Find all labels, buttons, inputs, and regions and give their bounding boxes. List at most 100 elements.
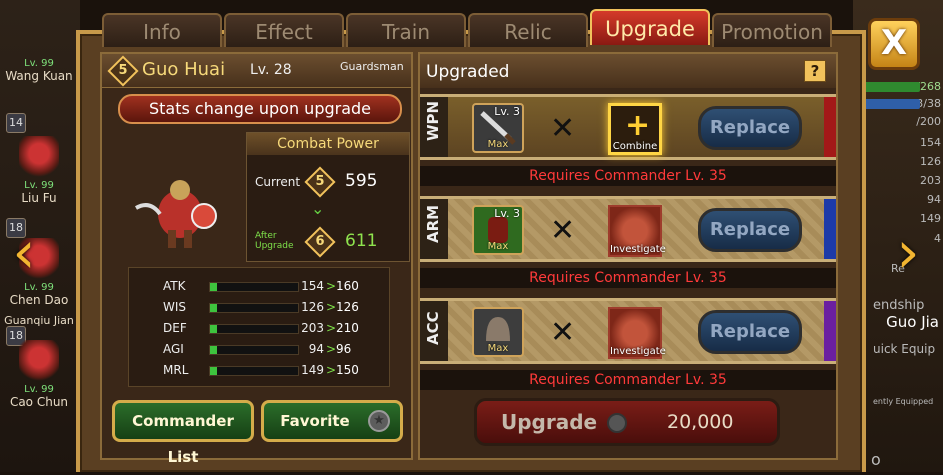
stat-current: 94 [308, 342, 324, 356]
stat-arrow: > [326, 321, 337, 335]
rank-value: 5 [118, 63, 128, 78]
tab-promotion[interactable]: Promotion [712, 13, 832, 47]
close-button[interactable]: X [868, 18, 920, 70]
target-label: Combine [612, 141, 658, 152]
tab-upgrade[interactable]: Upgrade [590, 9, 710, 45]
stat-arrow: > [326, 363, 337, 377]
side-commander-lv: Lv. 99 [24, 58, 54, 69]
item-level: Lv. 3 [494, 105, 520, 118]
stat-name: DEF [163, 321, 187, 335]
stats-list: ATK 154 > 160 WIS 126 > 126 DEF 203 > 21… [128, 267, 390, 387]
stat-row-agi: AGI 94 > 96 [129, 339, 391, 359]
investigate-slot[interactable]: Investigate [608, 307, 666, 359]
stat-bar [209, 345, 299, 355]
side-rank-badge: 14 [6, 113, 26, 133]
stat-current: 154 [301, 279, 324, 293]
stat-bar [209, 366, 299, 376]
stat-row-def: DEF 203 > 210 [129, 318, 391, 338]
tab-bar: Info Effect Train Relic Upgrade Promotio… [102, 9, 832, 47]
stat-arrow: > [326, 300, 337, 314]
slot-color-strip [824, 199, 836, 259]
stat-name: ATK [163, 279, 186, 293]
target-label: Investigate [610, 244, 666, 255]
after-label-line: Upgrade [255, 241, 294, 251]
slot-color-strip [824, 301, 836, 361]
combat-power-box: Combat Power Current 5 595 ⌄ After Upgra… [246, 132, 410, 262]
stat-new: 126 [336, 300, 359, 314]
rank-badge: 5 [107, 55, 139, 87]
after-rank-value: 6 [315, 234, 325, 249]
previous-commander-arrow-icon[interactable]: ‹ [6, 222, 42, 282]
tab-info[interactable]: Info [102, 13, 222, 47]
after-upgrade-label: After Upgrade [255, 231, 293, 251]
tab-relic[interactable]: Relic [468, 13, 588, 47]
replace-button-armor[interactable]: Replace [698, 208, 802, 252]
item-max-label: Max [487, 139, 509, 150]
slot-tag: WPN [420, 97, 448, 157]
after-rank-badge: 6 [304, 226, 336, 258]
stat-bar [209, 324, 299, 334]
side-commander-lv: Lv. 99 [24, 384, 54, 395]
target-label: Investigate [610, 346, 666, 357]
star-icon: ★ [368, 410, 390, 432]
stat-new: 160 [336, 279, 359, 293]
stat-new: 96 [336, 342, 352, 356]
stat-row-atk: ATK 154 > 160 [129, 276, 391, 296]
combine-slot[interactable]: + Combine [608, 103, 662, 155]
favorite-label: Favorite [280, 412, 350, 430]
commander-stats-panel: 5 Guo Huai Lv. 28 Guardsman Stats change… [100, 52, 413, 460]
commander-name: Guo Huai [142, 59, 226, 80]
replace-button-weapon[interactable]: Replace [698, 106, 802, 150]
slot-tag-text: ACC [424, 311, 442, 345]
x-icon: ✕ [550, 111, 576, 146]
slot-tag: ARM [420, 199, 448, 259]
side-commander-name: Chen Dao [9, 293, 69, 307]
side-commander-wang-kuan[interactable]: Lv. 99 Wang Kuan [0, 58, 78, 83]
current-label: Current [255, 175, 301, 189]
stat-current: 149 [301, 363, 324, 377]
commander-list-button[interactable]: Commander List [112, 400, 254, 466]
replace-button-accessory[interactable]: Replace [698, 310, 802, 354]
right-stat: /200 [916, 115, 941, 128]
current-rank-badge: 5 [304, 166, 336, 198]
slot-tag-text: ARM [424, 204, 442, 243]
tab-train[interactable]: Train [346, 13, 466, 47]
upgrade-label: Upgrade [501, 410, 598, 434]
progress-bar [858, 99, 920, 109]
stat-current: 126 [301, 300, 324, 314]
commander-class: Guardsman [340, 60, 404, 73]
equipped-accessory-slot[interactable]: Max [472, 307, 524, 357]
right-side-label: ently Equipped [873, 397, 934, 406]
equipped-weapon-slot[interactable]: Lv. 3 Max [472, 103, 524, 153]
stat-bar [209, 282, 299, 292]
plus-icon: + [625, 108, 651, 143]
after-combat-power: 611 [345, 231, 378, 251]
upgrade-button[interactable]: Upgrade 20,000 [474, 398, 780, 446]
stat-row-wis: WIS 126 > 126 [129, 297, 391, 317]
x-icon: ✕ [550, 315, 576, 350]
stat-bar-fill [210, 304, 217, 312]
requirement-text: Requires Commander Lv. 35 [420, 268, 836, 288]
slot-tag-text: WPN [424, 100, 442, 141]
progress-bar [858, 82, 920, 92]
stats-change-banner: Stats change upon upgrade [118, 94, 402, 124]
stat-name: MRL [163, 363, 189, 377]
commander-level: Lv. 28 [250, 62, 292, 78]
help-button[interactable]: ? [804, 60, 826, 82]
chevron-down-icon: ⌄ [311, 199, 325, 218]
slot-tag: ACC [420, 301, 448, 361]
requirement-text: Requires Commander Lv. 35 [420, 370, 836, 390]
commander-portrait [19, 340, 59, 384]
side-commander-cao-chun[interactable]: Lv. 99 Cao Chun [0, 340, 78, 409]
tab-effect[interactable]: Effect [224, 13, 344, 47]
requirement-text: Requires Commander Lv. 35 [420, 166, 836, 186]
side-commander-liu-fu[interactable]: Lv. 99 Liu Fu [0, 136, 78, 205]
next-commander-arrow-icon[interactable]: › [890, 222, 926, 282]
item-max-label: Max [487, 241, 509, 252]
investigate-slot[interactable]: Investigate [608, 205, 666, 257]
favorite-button[interactable]: Favorite ★ [261, 400, 403, 442]
right-stat: 94 [927, 193, 941, 206]
equipped-armor-slot[interactable]: Lv. 3 Max [472, 205, 524, 255]
side-commander-lv: Lv. 99 [24, 180, 54, 191]
stat-bar-fill [210, 283, 217, 291]
